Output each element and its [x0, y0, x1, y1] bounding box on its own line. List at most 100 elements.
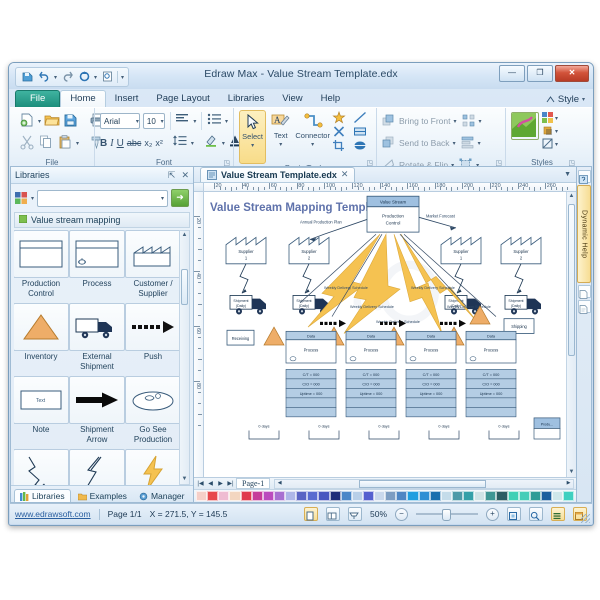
document-tab-bar[interactable]: Value Stream Template.edx ✕ ▼: [194, 167, 576, 183]
connector-dropdown-icon[interactable]: ▾: [311, 141, 314, 148]
library-tab-bar[interactable]: Libraries Examples Manager: [11, 485, 193, 502]
style-button[interactable]: Style ▾: [546, 94, 585, 105]
align-left-icon[interactable]: [175, 112, 190, 130]
color-swatch[interactable]: [440, 491, 452, 501]
underline-button[interactable]: U: [117, 138, 124, 149]
theme-preview-icon[interactable]: [511, 112, 539, 140]
shape-item-process[interactable]: Process: [69, 230, 125, 301]
canvas-scrollbar-thumb[interactable]: [568, 204, 575, 356]
shape-item-go-see-production[interactable]: Go See Production: [125, 376, 181, 447]
cut-icon[interactable]: [19, 134, 35, 152]
menu-tab-libraries[interactable]: Libraries: [219, 91, 273, 107]
canvas-horizontal-scrollbar[interactable]: ◀ ▶: [274, 478, 574, 489]
resize-grip[interactable]: [581, 514, 590, 523]
library-scrollbar[interactable]: ▲ ▼: [179, 230, 190, 485]
shape-item-inventory[interactable]: Inventory: [14, 303, 69, 374]
italic-button[interactable]: I: [110, 138, 113, 149]
next-page-button[interactable]: ▶: [216, 480, 225, 487]
bullet-list-icon[interactable]: [207, 112, 222, 130]
document-tabs-overflow-icon[interactable]: ▼: [564, 171, 571, 178]
fill-color-dropdown-icon[interactable]: ▾: [555, 115, 558, 122]
color-swatch[interactable]: [374, 491, 386, 501]
rectangle-icon[interactable]: [353, 125, 371, 138]
shape-item-note[interactable]: Text Note: [14, 376, 69, 447]
bring-to-front-label[interactable]: Bring to Front: [399, 116, 451, 126]
color-swatch[interactable]: [418, 491, 430, 501]
distribute-icon[interactable]: [461, 136, 475, 150]
color-swatch[interactable]: [563, 491, 575, 501]
color-swatch[interactable]: [385, 491, 397, 501]
zoom-slider[interactable]: [416, 509, 478, 521]
hscroll-right-icon[interactable]: ▶: [565, 480, 572, 488]
color-swatch[interactable]: [463, 491, 475, 501]
text-dropdown-icon[interactable]: ▾: [279, 141, 282, 148]
color-swatch[interactable]: [529, 491, 541, 501]
align-dropdown-icon[interactable]: ▾: [193, 118, 196, 125]
font-size-combo[interactable]: 10 ▾: [142, 113, 165, 129]
paste-icon[interactable]: [57, 134, 73, 152]
page-navigation-bar[interactable]: |◀ ◀ ▶ ▶| Page-1 ◀ ▶: [194, 477, 576, 489]
note-shape[interactable]: Text: [14, 376, 69, 424]
connector-tool-button[interactable]: Connector ▾: [295, 110, 330, 162]
go-see-production-shape[interactable]: [125, 376, 181, 424]
library-search-row[interactable]: ▾ ▾ ➜: [11, 184, 193, 212]
full-screen-icon[interactable]: [347, 507, 362, 521]
send-to-back-dropdown-icon[interactable]: ▾: [453, 140, 456, 147]
bold-button[interactable]: B: [100, 138, 107, 149]
color-swatch[interactable]: [351, 491, 363, 501]
hscroll-thumb[interactable]: [358, 479, 486, 488]
subscript-button[interactable]: x₂: [144, 138, 152, 148]
library-tab-manager[interactable]: Manager: [134, 490, 190, 502]
style-dropdown-icon[interactable]: ▾: [582, 96, 585, 103]
push-arrow-shape[interactable]: [125, 303, 181, 351]
fit-page-icon[interactable]: [507, 507, 521, 521]
pin-icon[interactable]: ⇱: [168, 170, 176, 181]
value-stream-diagram[interactable]: a Value Stream Mapping Template Value St…: [204, 192, 566, 477]
shape-item-kaizen-burst[interactable]: Kaizen Burst: [125, 449, 181, 485]
shape-item-external-shipment[interactable]: External Shipment: [69, 303, 125, 374]
canvas-scroll-down-icon[interactable]: ▼: [567, 468, 576, 477]
library-picker-icon[interactable]: [15, 191, 28, 205]
previous-page-button[interactable]: ◀: [206, 480, 215, 487]
menu-tab-help[interactable]: Help: [312, 91, 350, 107]
menu-tab-home[interactable]: Home: [60, 90, 106, 107]
library-picker-dropdown-icon[interactable]: ▾: [31, 195, 34, 202]
line-style-icon[interactable]: [542, 138, 554, 150]
zoom-tool-icon[interactable]: [529, 507, 543, 521]
factory-shape[interactable]: [125, 230, 181, 278]
copy-icon[interactable]: [38, 134, 54, 152]
library-category-header[interactable]: Value stream mapping: [14, 212, 190, 228]
truck-shape[interactable]: [69, 303, 125, 351]
superscript-button[interactable]: x²: [155, 138, 163, 148]
color-swatch[interactable]: [407, 491, 419, 501]
send-to-back-label[interactable]: Send to Back: [399, 138, 450, 148]
color-swatch[interactable]: [362, 491, 374, 501]
bullet-dropdown-icon[interactable]: ▾: [225, 118, 228, 125]
color-swatch[interactable]: [496, 491, 508, 501]
fill-color-icon[interactable]: [542, 112, 554, 124]
color-swatch[interactable]: [285, 491, 297, 501]
library-scrollbar-thumb[interactable]: [181, 269, 188, 305]
shipment-arrow-shape[interactable]: [69, 376, 125, 424]
text-tool-button[interactable]: A Text ▾: [268, 110, 293, 162]
color-swatch[interactable]: [507, 491, 519, 501]
color-swatch[interactable]: [196, 491, 208, 501]
text-highlight-icon[interactable]: [204, 134, 219, 152]
send-to-back-icon[interactable]: [382, 136, 396, 150]
kaizen-burst-shape[interactable]: [125, 449, 181, 485]
shadow-style-dropdown-icon[interactable]: ▾: [555, 128, 558, 135]
distribute-dropdown-icon[interactable]: ▾: [478, 140, 481, 147]
manual-info-shape[interactable]: [69, 449, 125, 485]
align-objects-icon[interactable]: [462, 114, 476, 128]
ruler-corner[interactable]: [194, 183, 204, 192]
color-swatch[interactable]: [262, 491, 274, 501]
color-swatch[interactable]: [485, 491, 497, 501]
dynamic-help-tab[interactable]: Dynamic Help: [577, 185, 591, 283]
font-family-dropdown-icon[interactable]: ▾: [136, 118, 139, 125]
color-swatch[interactable]: [218, 491, 230, 501]
last-page-button[interactable]: ▶|: [226, 480, 235, 487]
font-size-dropdown-icon[interactable]: ▾: [161, 118, 164, 125]
scroll-down-icon[interactable]: ▼: [180, 475, 189, 484]
close-panel-icon[interactable]: ✕: [181, 170, 189, 181]
color-swatch[interactable]: [318, 491, 330, 501]
